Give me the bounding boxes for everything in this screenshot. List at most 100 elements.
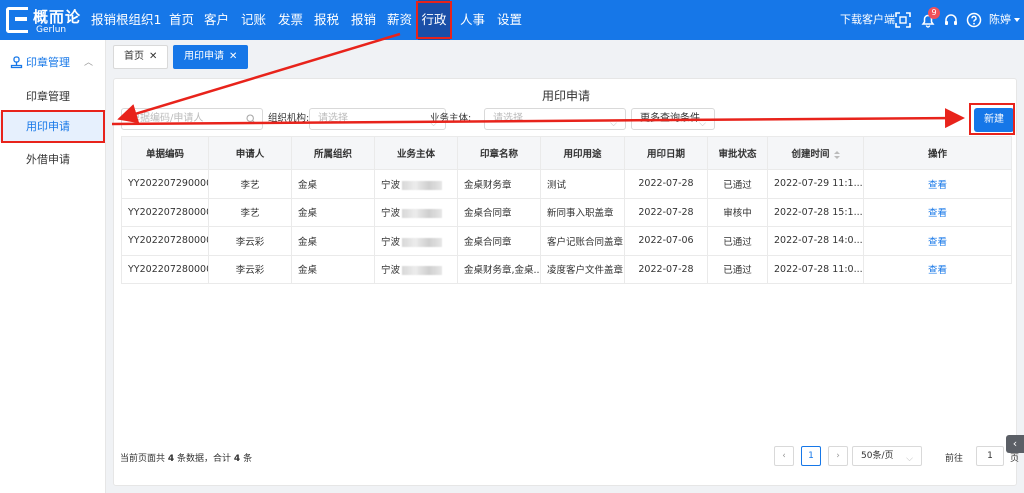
goto-label: 前往 <box>945 454 964 464</box>
cell-code: YY202207280000... <box>121 254 209 284</box>
org-select[interactable]: 请选择 ⌵ <box>309 108 446 130</box>
table-row[interactable]: YY202207280000... 李云彩 金桌 宁波 金桌财务章,金桌... … <box>121 254 1012 284</box>
column-header: 用印用途 <box>540 136 625 170</box>
sort-icon[interactable] <box>833 150 840 159</box>
next-page-button[interactable]: › <box>828 446 848 466</box>
cell-created: 2022-07-28 14:0... <box>767 226 864 256</box>
entity-filter-label: 业务主体: <box>430 113 472 124</box>
table-row[interactable]: YY202207280000... 李艺 金桌 宁波 金桌合同章 新同事入职盖章… <box>121 197 1012 227</box>
cell-status: 已通过 <box>707 169 768 199</box>
cell-applicant: 李云彩 <box>208 226 292 256</box>
new-button[interactable]: 新建 <box>974 108 1014 132</box>
column-header: 单据编码 <box>121 136 209 170</box>
cell-entity: 宁波 <box>374 254 458 284</box>
nav-payroll[interactable]: 薪资 <box>387 0 412 40</box>
cell-status: 已通过 <box>707 226 768 256</box>
nav-settings[interactable]: 设置 <box>497 0 522 40</box>
page-title: 用印申请 <box>541 89 590 103</box>
entity-text: 宁波 <box>381 208 401 220</box>
entity-select-placeholder: 请选择 <box>493 113 523 124</box>
cell-created: 2022-07-28 15:1... <box>767 197 864 227</box>
summary-total: 4 <box>233 454 241 464</box>
cell-applicant: 李艺 <box>208 197 292 227</box>
collapse-panel-button[interactable]: ‹ <box>1006 435 1024 453</box>
sidebar-item-seal-management[interactable]: 印章管理 <box>0 82 106 112</box>
tab-label: 用印申请 <box>184 51 224 62</box>
cell-date: 2022-07-06 <box>624 226 708 256</box>
cell-org: 金桌 <box>291 197 375 227</box>
close-icon[interactable]: ✕ <box>229 51 237 62</box>
tab-home[interactable]: 首页 ✕ <box>113 45 169 69</box>
nav-hr[interactable]: 人事 <box>460 0 485 40</box>
column-header: 所属组织 <box>291 136 375 170</box>
cell-applicant: 李艺 <box>208 169 292 199</box>
cell-status: 已通过 <box>707 254 768 284</box>
headset-icon[interactable] <box>943 12 959 28</box>
cell-date: 2022-07-28 <box>624 254 708 284</box>
chevron-down-icon: ⌵ <box>699 119 706 129</box>
more-filters-dropdown[interactable]: 更多查询条件 ⌵ <box>631 108 715 130</box>
column-header: 审批状态 <box>707 136 768 170</box>
nav-bookkeeping[interactable]: 记账 <box>241 0 266 40</box>
sidebar-item-lending-request[interactable]: 外借申请 <box>0 145 106 175</box>
cell-purpose: 凌度客户文件盖章 <box>540 254 625 284</box>
column-header: 印章名称 <box>457 136 541 170</box>
org-select-placeholder: 请选择 <box>318 113 348 124</box>
page-size-select[interactable]: 50条/页 ⌵ <box>852 446 922 466</box>
summary-middle: 条数据，合计 <box>177 454 232 464</box>
goto-page-input[interactable]: 1 <box>976 446 1004 466</box>
search-placeholder: 单据编码/申请人 <box>130 113 204 124</box>
view-link[interactable]: 查看 <box>863 226 1012 256</box>
page-number-button[interactable]: 1 <box>801 446 821 466</box>
tab-seal-request[interactable]: 用印申请 ✕ <box>173 45 249 69</box>
pagination-summary: 当前页面共 4 条数据，合计 4 条 <box>120 451 252 464</box>
cell-purpose: 测试 <box>540 169 625 199</box>
more-filters-label: 更多查询条件 <box>640 113 700 124</box>
nav-org-switcher[interactable]: 报销根组织1 <box>91 0 161 40</box>
view-link[interactable]: 查看 <box>863 169 1012 199</box>
logo-icon <box>6 7 28 33</box>
sidebar: 印章管理 ︿ 印章管理 用印申请 外借申请 <box>0 40 106 493</box>
column-header: 用印日期 <box>624 136 708 170</box>
nav-customers[interactable]: 客户 <box>204 0 229 40</box>
column-header-created-time[interactable]: 创建时间 <box>767 136 864 170</box>
logo-text: 概而论 <box>33 8 82 26</box>
nav-expenses[interactable]: 报销 <box>351 0 376 40</box>
scan-icon[interactable] <box>895 12 911 28</box>
table-row[interactable]: YY202207280000... 李云彩 金桌 宁波 金桌合同章 客户记账合同… <box>121 226 1012 256</box>
prev-page-button[interactable]: ‹ <box>774 446 794 466</box>
main-card: 用印申请 单据编码/申请人 组织机构: 请选择 ⌵ 业务主体: 请选择 ⌵ 更多… <box>113 78 1019 486</box>
search-input[interactable]: 单据编码/申请人 <box>121 108 263 130</box>
nav-invoices[interactable]: 发票 <box>278 0 303 40</box>
entity-text: 宁波 <box>381 179 401 191</box>
table-row[interactable]: YY202207290000... 李艺 金桌 宁波 金桌财务章 测试 2022… <box>121 169 1012 199</box>
sidebar-group-seal-management[interactable]: 印章管理 ︿ <box>0 52 106 74</box>
notification-badge: 9 <box>928 7 940 19</box>
app-logo[interactable]: 概而论 Gerlun <box>0 0 86 40</box>
nav-administration[interactable]: 行政 <box>418 0 450 40</box>
page-size-value: 50条/页 <box>861 451 894 461</box>
cell-date: 2022-07-28 <box>624 169 708 199</box>
cell-seal: 金桌财务章,金桌... <box>457 254 541 284</box>
cell-status: 审核中 <box>707 197 768 227</box>
close-icon[interactable]: ✕ <box>149 51 157 62</box>
summary-prefix: 当前页面共 <box>120 454 166 464</box>
redacted-blur <box>402 180 443 190</box>
nav-home[interactable]: 首页 <box>169 0 194 40</box>
column-header: 操作 <box>863 136 1012 170</box>
view-link[interactable]: 查看 <box>863 197 1012 227</box>
cell-purpose: 客户记账合同盖章 <box>540 226 625 256</box>
help-icon[interactable] <box>966 12 982 28</box>
user-menu[interactable]: 陈婷 <box>989 0 1020 40</box>
chevron-down-icon: ⌵ <box>610 119 617 129</box>
redacted-blur <box>402 266 443 276</box>
cell-created: 2022-07-29 11:1... <box>767 169 864 199</box>
entity-select[interactable]: 请选择 ⌵ <box>484 108 626 130</box>
cell-entity: 宁波 <box>374 226 458 256</box>
sidebar-item-seal-request[interactable]: 用印申请 <box>0 112 106 142</box>
nav-tax[interactable]: 报税 <box>314 0 339 40</box>
download-client-link[interactable]: 下载客户端 <box>840 0 895 40</box>
seal-icon <box>10 56 23 69</box>
cell-entity: 宁波 <box>374 197 458 227</box>
view-link[interactable]: 查看 <box>863 254 1012 284</box>
